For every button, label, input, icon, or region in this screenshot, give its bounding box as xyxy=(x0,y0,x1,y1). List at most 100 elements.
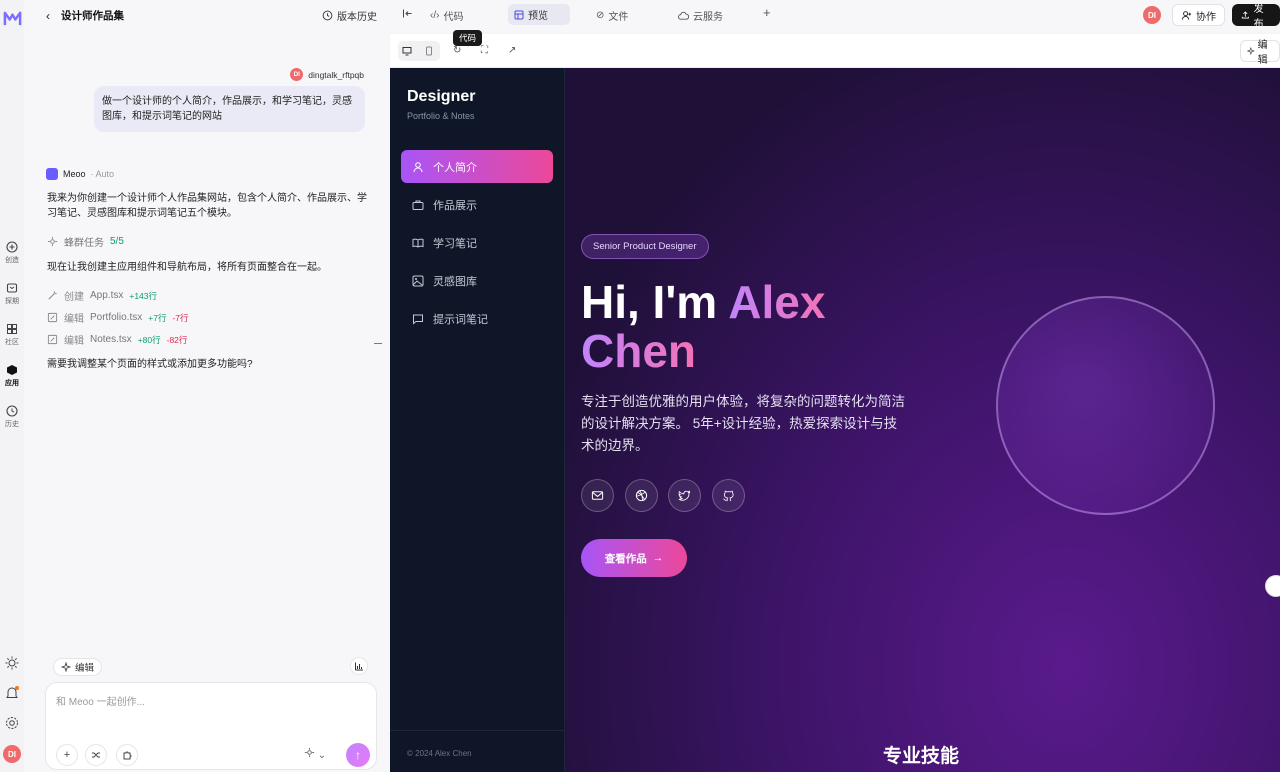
nav-label: 个人简介 xyxy=(433,161,477,174)
create-icon xyxy=(6,241,18,253)
chat-input[interactable] xyxy=(56,693,356,723)
site-brand-subtitle: Portfolio & Notes xyxy=(407,111,475,121)
fullscreen-icon[interactable]: ⛶ xyxy=(481,45,488,56)
user-avatar[interactable]: DI xyxy=(3,745,21,763)
tool-file: Notes.tsx xyxy=(90,334,132,345)
site-brand: Designer xyxy=(407,88,476,105)
briefcase-icon xyxy=(412,200,424,210)
refresh-icon[interactable]: ↻ xyxy=(453,45,461,56)
desktop-icon[interactable] xyxy=(402,46,412,56)
floating-assistant-avatar[interactable] xyxy=(1265,575,1280,597)
hero-decor-circle xyxy=(996,296,1215,515)
cta-label: 查看作品 xyxy=(604,552,647,565)
model-selector[interactable]: ⌄ xyxy=(304,747,326,761)
message-square-icon xyxy=(413,314,423,325)
shuffle-button[interactable] xyxy=(85,744,107,766)
sidebar-divider xyxy=(390,730,565,731)
back-chevron-icon[interactable]: ‹ xyxy=(46,9,50,23)
publish-button[interactable]: 发布 xyxy=(1232,4,1280,30)
user-icon xyxy=(413,161,423,172)
rail-label: 应用 xyxy=(5,380,19,387)
collapse-panel-button[interactable] xyxy=(402,8,413,19)
tab-files[interactable]: ⊘ 文件 xyxy=(596,8,628,23)
edit-icon xyxy=(47,312,58,323)
file-icon: ⊘ xyxy=(596,10,605,21)
history-icon xyxy=(322,10,333,21)
tool-call-row[interactable]: 编辑 Notes.tsx +80行 -82行 xyxy=(47,332,187,347)
rail-item-apps[interactable]: 应用 xyxy=(0,364,24,388)
tool-added-lines: +143行 xyxy=(129,290,158,301)
tool-deleted-lines: -7行 xyxy=(172,312,189,323)
plus-icon: + xyxy=(763,5,771,20)
meoo-logo-icon[interactable] xyxy=(3,9,22,28)
stats-chart-button[interactable] xyxy=(350,657,368,675)
external-link-icon[interactable]: ↗ xyxy=(508,45,516,56)
hero-description: 专注于创造优雅的用户体验，将复杂的问题转化为简洁的设计解决方案。 5年+设计经验… xyxy=(581,394,905,453)
nav-label: 学习笔记 xyxy=(433,237,477,250)
plugin-button[interactable] xyxy=(116,744,138,766)
rail-item-history[interactable]: 历史 xyxy=(0,405,24,429)
collab-button[interactable]: 协作 xyxy=(1172,4,1225,26)
nav-item-prompts[interactable]: 提示词笔记 xyxy=(401,302,553,335)
assistant-header: Meoo · Auto xyxy=(46,168,114,180)
nav-label: 灵感图库 xyxy=(433,275,477,288)
tooltip: 代码 xyxy=(453,30,483,46)
tool-deleted-lines: -82行 xyxy=(166,334,188,345)
rail-item-explore[interactable]: 探期 xyxy=(0,282,24,306)
tool-call-row[interactable]: 创建 App.tsx +143行 xyxy=(47,288,157,303)
tab-cloud[interactable]: 云服务 xyxy=(678,8,723,23)
tab-label: 代码 xyxy=(443,12,464,23)
settings-gear-icon[interactable] xyxy=(4,715,20,731)
mobile-icon[interactable] xyxy=(424,46,434,56)
rail-item-community[interactable]: 社区 xyxy=(0,323,24,347)
user-message-header: DI dingtalk_rftpqb xyxy=(290,68,364,81)
social-twitter-button[interactable] xyxy=(668,479,701,512)
plus-icon: + xyxy=(63,749,71,761)
preview-icon xyxy=(514,10,524,19)
version-history-button[interactable]: 版本历史 xyxy=(322,8,377,23)
swarm-task-row[interactable]: 蜂群任务 5/5 xyxy=(47,234,124,249)
rail-label: 社区 xyxy=(5,339,19,346)
edit-chip-button[interactable]: 编辑 xyxy=(53,658,103,676)
social-mail-button[interactable] xyxy=(581,479,614,512)
preview-edit-label: 编辑 xyxy=(1257,40,1268,66)
preview-toolbar: ↻ ⛶ ↗ 编辑 xyxy=(390,34,1280,68)
tool-action: 创建 xyxy=(64,292,84,303)
edit-icon xyxy=(47,334,58,345)
preview-edit-button[interactable]: 编辑 xyxy=(1240,40,1280,66)
add-tab-button[interactable]: + xyxy=(763,5,771,20)
sparkle-icon xyxy=(61,662,71,672)
chat-header: ‹ 设计师作品集 版本历史 xyxy=(24,0,390,32)
image-icon xyxy=(412,275,424,286)
twitter-icon xyxy=(678,490,691,501)
cloud-icon xyxy=(678,11,689,20)
theme-sun-icon[interactable] xyxy=(4,655,20,671)
social-dribbble-button[interactable] xyxy=(625,479,658,512)
view-works-button[interactable]: 查看作品 → xyxy=(581,539,687,577)
rail-label: 历史 xyxy=(5,421,19,428)
tool-action: 编辑 xyxy=(64,314,84,325)
nav-item-about[interactable]: 个人简介 xyxy=(401,150,553,183)
app-root: 创造 探期 社区 应用 历史 DI ‹ 设计师作品集 版本历史 DI dingt… xyxy=(0,0,1280,772)
nav-item-notes[interactable]: 学习笔记 xyxy=(401,226,553,259)
tab-preview[interactable]: 预览 xyxy=(508,4,570,25)
arrow-up-icon: ↑ xyxy=(355,748,361,762)
code-icon: ‹/› xyxy=(430,10,440,21)
shuffle-icon xyxy=(92,752,100,758)
left-rail: 创造 探期 社区 应用 历史 DI xyxy=(0,0,24,772)
add-attachment-button[interactable]: + xyxy=(56,744,78,766)
nav-item-gallery[interactable]: 灵感图库 xyxy=(401,264,553,297)
tab-code[interactable]: ‹/› 代码 xyxy=(430,8,463,23)
rail-label: 探期 xyxy=(5,298,19,305)
nav-item-works[interactable]: 作品展示 xyxy=(401,188,553,221)
site-sidebar: Designer Portfolio & Notes 个人简介 作品展示 学习笔… xyxy=(390,68,565,772)
collapse-left-icon xyxy=(403,9,412,18)
social-github-button[interactable] xyxy=(712,479,745,512)
scroll-indicator xyxy=(374,343,382,344)
send-button[interactable]: ↑ xyxy=(346,743,370,767)
topbar-avatar[interactable]: DI xyxy=(1143,6,1161,24)
notification-bell-icon[interactable] xyxy=(4,685,20,701)
rail-item-create[interactable]: 创造 xyxy=(0,241,24,265)
tool-call-row[interactable]: 编辑 Portfolio.tsx +7行 -7行 xyxy=(47,310,189,325)
dribbble-icon xyxy=(635,489,648,502)
